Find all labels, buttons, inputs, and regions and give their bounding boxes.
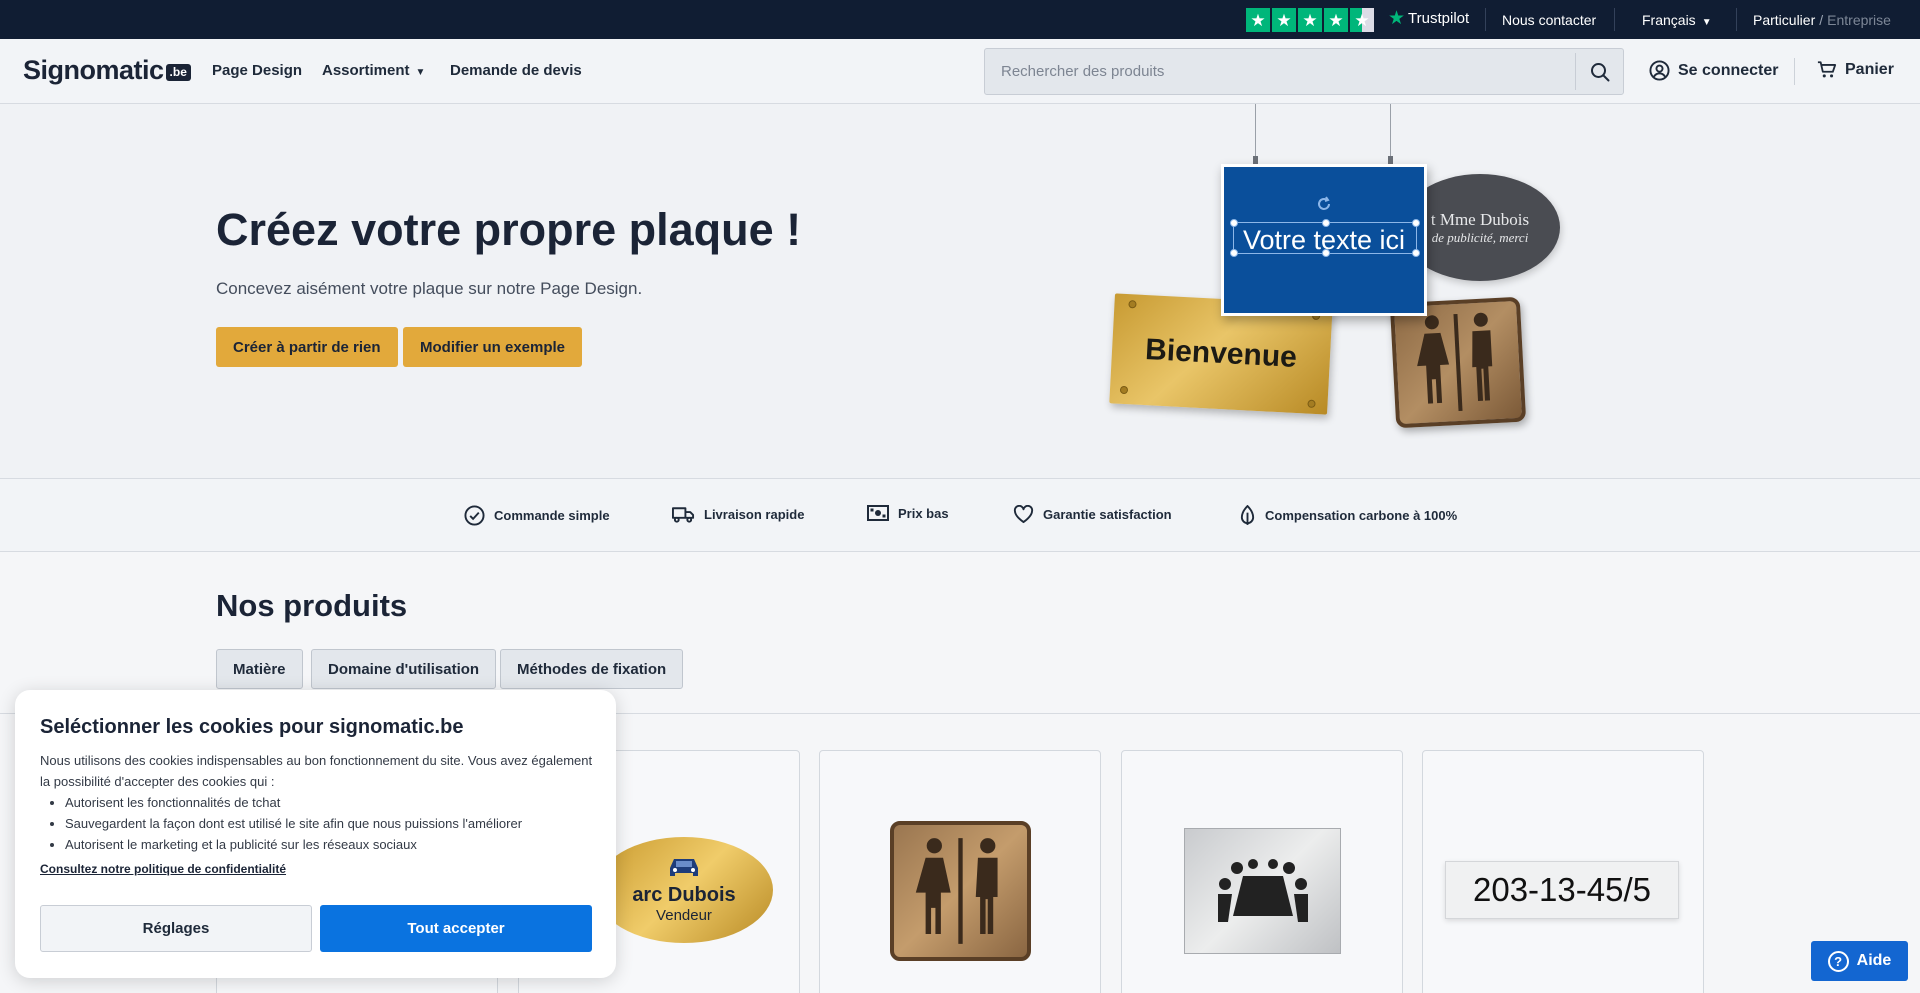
screw-icon [1119,385,1129,395]
divider [1794,58,1795,85]
search-input[interactable] [985,49,1575,94]
login-button[interactable]: Se connecter [1649,60,1778,81]
filter-material[interactable]: Matière [216,649,303,689]
wood-toilet-sign [890,821,1031,961]
trustpilot-star-icon: ★ [1388,8,1406,29]
hanging-wire [1255,104,1256,156]
main-header: Signomatic .be Page Design Assortiment ▼ D… [0,39,1920,104]
search-icon [1591,62,1610,81]
site-logo[interactable]: Signomatic .be [23,55,191,86]
user-icon [1649,60,1670,81]
question-icon: ? [1827,950,1849,972]
accept-all-cookies-button[interactable]: Tout accepter [320,905,592,952]
hero-title: Créez votre propre plaque ! [216,204,802,255]
nav-assortment[interactable]: Assortiment ▼ [322,62,425,79]
account-type-private[interactable]: Particulier [1753,12,1815,28]
edit-example-button[interactable]: Modifier un exemple [403,327,583,367]
divider [1614,8,1615,31]
cookie-purpose-list: Autorisent les fonctionnalités de tchat … [65,792,600,855]
aluminium-meeting-sign [1184,828,1341,954]
top-bar: ★ ★ ★ ★ ★ ★ Trustpilot Nous contacter Fr… [0,0,1920,39]
cart-button[interactable]: Panier [1817,60,1894,79]
list-item: Sauvegardent la façon dont est utilisé l… [65,813,600,834]
nav-quote-request[interactable]: Demande de devis [450,62,582,79]
meeting-pictogram-icon [1217,859,1308,922]
list-item: Autorisent les fonctionnalités de tchat [65,792,600,813]
search-bar [984,48,1624,95]
privacy-policy-link[interactable]: Consultez notre politique de confidentia… [40,862,286,876]
search-button[interactable] [1576,49,1624,94]
half-star-icon: ★ [1350,8,1374,32]
star-icon: ★ [1246,8,1270,32]
money-icon [867,505,889,521]
language-selector[interactable]: Français ▼ [1642,12,1712,28]
truck-icon [672,507,695,523]
cookie-description: Nous utilisons des cookies indispensable… [40,750,600,855]
toilet-pictogram-icon [1417,312,1493,412]
nav-page-design[interactable]: Page Design [212,62,302,79]
trustpilot-logo[interactable]: ★ Trustpilot [1388,9,1469,28]
trustpilot-stars[interactable]: ★ ★ ★ ★ ★ [1246,8,1374,32]
cookie-consent-dialog: Seléctionner les cookies pour signomatic… [15,690,616,978]
hero-section: Créez votre propre plaque ! Concevez ais… [0,104,1920,479]
wood-toilet-sign [1389,296,1527,429]
blue-custom-plaque: Votre texte ici [1221,164,1427,316]
feature-simple-order: Commande simple [464,505,610,526]
screw-icon [1307,399,1316,409]
check-circle-icon [464,505,485,526]
gold-name-badge: arc Dubois Vendeur [595,837,773,943]
help-button[interactable]: ? Aide [1811,941,1908,981]
feature-low-price: Prix bas [867,505,949,521]
list-item: Autorisent le marketing et la publicité … [65,834,600,855]
screw-icon [1128,300,1137,309]
cookie-title: Seléctionner les cookies pour signomatic… [40,716,464,738]
hanging-wire [1390,104,1391,156]
divider [1736,8,1737,31]
feature-carbon: Compensation carbone à 100% [1239,505,1457,526]
filter-fixing-methods[interactable]: Méthodes de fixation [500,649,684,689]
cookie-settings-button[interactable]: Réglages [40,905,312,952]
divider [1485,8,1486,31]
features-bar: Commande simple Livraison rapide Prix ba… [0,479,1920,552]
rotate-icon [1318,196,1330,210]
chevron-down-icon: ▼ [415,67,426,78]
leaf-icon [1240,505,1255,525]
account-type-business[interactable]: Entreprise [1827,12,1891,28]
product-card-toilet-sign[interactable] [819,750,1101,993]
contact-link[interactable]: Nous contacter [1502,12,1596,28]
account-type-switch: Particulier / Entreprise [1753,12,1891,28]
product-card-meeting-sign[interactable] [1121,750,1403,993]
heart-icon [1013,505,1034,524]
star-icon: ★ [1324,8,1348,32]
filter-usage-domain[interactable]: Domaine d'utilisation [311,649,497,689]
hero-subtitle: Concevez aisément votre plaque sur notre… [216,279,643,298]
car-icon [670,859,698,876]
number-plate: 203-13-45/5 [1445,861,1679,919]
create-from-scratch-button[interactable]: Créer à partir de rien [216,327,398,367]
feature-fast-delivery: Livraison rapide [672,505,804,523]
cart-icon [1817,61,1837,78]
products-title: Nos produits [216,588,408,623]
feature-satisfaction: Garantie satisfaction [1013,505,1172,524]
star-icon: ★ [1272,8,1296,32]
star-icon: ★ [1298,8,1322,32]
product-card-number-plate[interactable]: 203-13-45/5 [1422,750,1704,993]
chevron-down-icon: ▼ [1701,17,1712,28]
toilet-pictogram-icon [915,838,998,944]
